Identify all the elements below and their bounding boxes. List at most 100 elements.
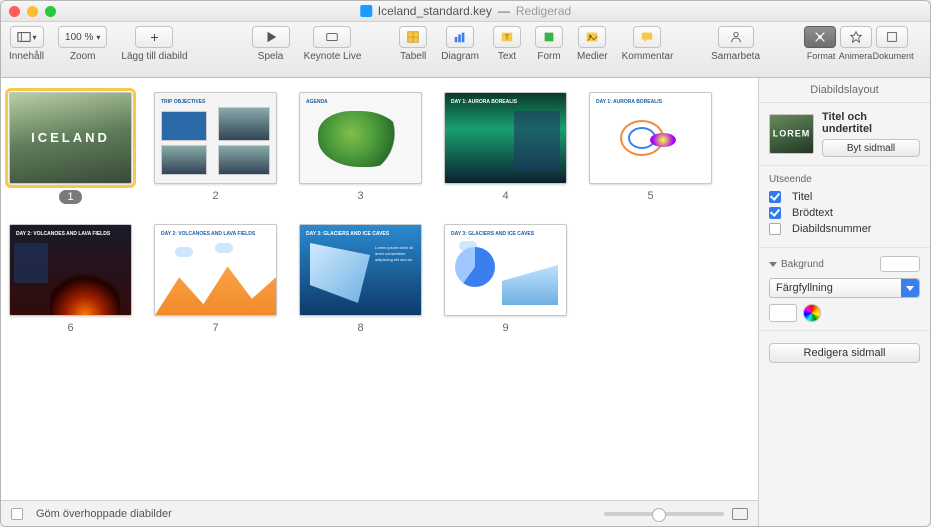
format-tab[interactable] <box>804 26 836 48</box>
play-label: Spela <box>258 51 284 62</box>
text-button[interactable]: T <box>493 26 521 48</box>
master-thumbnail <box>769 114 814 154</box>
slide-number: 4 <box>502 190 508 202</box>
background-swatch[interactable] <box>880 256 920 272</box>
slide-thumbnail[interactable]: DAY 1: AURORA BOREALIS <box>444 92 567 184</box>
body-checkbox-label: Brödtext <box>792 207 833 219</box>
keynote-doc-icon <box>360 5 372 17</box>
zoom-window-button[interactable] <box>45 6 56 17</box>
edited-status-label: Redigerad <box>516 4 571 18</box>
slide-item[interactable]: DAY 1: AURORA BOREALIS 5 <box>589 92 712 204</box>
minimize-window-button[interactable] <box>27 6 38 17</box>
view-mode-icon[interactable] <box>732 508 748 520</box>
slide-number: 1 <box>59 190 81 204</box>
bottom-bar: Göm överhoppade diabilder <box>1 500 758 526</box>
toolbar: ▾ Innehåll 100 % ▾ Zoom + Lägg till diab… <box>1 22 930 78</box>
color-picker-icon[interactable] <box>803 304 821 322</box>
format-tab-label: Format <box>804 51 838 61</box>
document-title: Iceland_standard.key — Redigerad <box>360 4 571 18</box>
slide-grid-scroll[interactable]: ICELAND 1 TRIP OBJECTIVES 2 <box>1 78 758 500</box>
add-slide-button[interactable]: + <box>135 26 173 48</box>
collaborate-label: Samarbeta <box>711 51 760 62</box>
slide-heading: TRIP OBJECTIVES <box>161 99 205 105</box>
slide-heading: AGENDA <box>306 99 328 105</box>
slide-number: 3 <box>357 190 363 202</box>
plus-icon: + <box>150 29 158 45</box>
title-checkbox-label: Titel <box>792 191 812 203</box>
slide-thumbnail[interactable]: AGENDA <box>299 92 422 184</box>
slidenum-checkbox-label: Diabildsnummer <box>792 223 871 235</box>
animate-tab-label: Animera <box>838 51 872 61</box>
table-button[interactable] <box>399 26 427 48</box>
thumbnail-size-slider[interactable] <box>604 512 724 516</box>
slide-heading: DAY 3: GLACIERS AND ICE CAVES <box>306 231 389 237</box>
view-label: Innehåll <box>9 51 44 62</box>
edit-master-button[interactable]: Redigera sidmall <box>769 343 920 363</box>
slide-item[interactable]: DAY 3: GLACIERS AND ICE CAVES Lorem ipsu… <box>299 224 422 334</box>
slide-grid: ICELAND 1 TRIP OBJECTIVES 2 <box>9 92 750 334</box>
text-label: Text <box>498 51 516 62</box>
zoom-label: Zoom <box>70 51 96 62</box>
slide-number: 5 <box>647 190 653 202</box>
view-menu-button[interactable]: ▾ <box>10 26 44 48</box>
fill-type-value: Färgfyllning <box>776 282 833 294</box>
keynote-live-button[interactable] <box>313 26 351 48</box>
title-separator: — <box>498 4 510 18</box>
keynote-live-label: Keynote Live <box>304 51 362 62</box>
hide-skipped-label: Göm överhoppade diabilder <box>36 508 172 520</box>
slide-thumbnail[interactable]: DAY 3: GLACIERS AND ICE CAVES <box>444 224 567 316</box>
hide-skipped-checkbox[interactable] <box>11 508 23 520</box>
collaborate-button[interactable] <box>718 26 754 48</box>
slide-heading: DAY 3: GLACIERS AND ICE CAVES <box>451 231 534 237</box>
window-controls <box>9 6 56 17</box>
chart-button[interactable] <box>446 26 474 48</box>
slide-number: 9 <box>502 322 508 334</box>
appearance-section-label: Utseende <box>769 174 920 185</box>
body-checkbox[interactable] <box>769 207 781 219</box>
document-tab[interactable] <box>876 26 908 48</box>
slide-thumbnail[interactable]: DAY 1: AURORA BOREALIS <box>589 92 712 184</box>
slide-item[interactable]: DAY 2: VOLCANOES AND LAVA FIELDS 7 <box>154 224 277 334</box>
comment-label: Kommentar <box>622 51 674 62</box>
close-window-button[interactable] <box>9 6 20 17</box>
slide-number: 2 <box>212 190 218 202</box>
slide-title-overlay: ICELAND <box>31 130 110 145</box>
fill-type-select[interactable]: Färgfyllning <box>769 278 920 298</box>
slide-item[interactable]: DAY 1: AURORA BOREALIS 4 <box>444 92 567 204</box>
media-button[interactable] <box>578 26 606 48</box>
titlebar: Iceland_standard.key — Redigerad <box>1 1 930 22</box>
slide-heading: DAY 2: VOLCANOES AND LAVA FIELDS <box>161 231 255 237</box>
play-button[interactable] <box>252 26 290 48</box>
slide-thumbnail[interactable]: TRIP OBJECTIVES <box>154 92 277 184</box>
slide-item[interactable]: TRIP OBJECTIVES 2 <box>154 92 277 204</box>
filename-label: Iceland_standard.key <box>378 4 492 18</box>
zoom-menu-button[interactable]: 100 % ▾ <box>58 26 107 48</box>
slide-thumbnail[interactable]: DAY 3: GLACIERS AND ICE CAVES Lorem ipsu… <box>299 224 422 316</box>
slide-item[interactable]: AGENDA 3 <box>299 92 422 204</box>
zoom-value: 100 % <box>65 32 93 43</box>
change-master-button[interactable]: Byt sidmall <box>822 139 920 157</box>
title-checkbox[interactable] <box>769 191 781 203</box>
slide-thumbnail[interactable]: ICELAND <box>9 92 132 184</box>
svg-text:T: T <box>505 35 510 42</box>
document-tab-label: Dokument <box>873 51 907 61</box>
chart-label: Diagram <box>441 51 479 62</box>
slide-number: 6 <box>67 322 73 334</box>
fill-color-well[interactable] <box>769 304 797 322</box>
slide-item[interactable]: ICELAND 1 <box>9 92 132 204</box>
shape-button[interactable] <box>535 26 563 48</box>
background-section-label[interactable]: Bakgrund <box>769 256 920 272</box>
comment-button[interactable] <box>633 26 661 48</box>
slide-item[interactable]: DAY 3: GLACIERS AND ICE CAVES 9 <box>444 224 567 334</box>
slide-item[interactable]: DAY 2: VOLCANOES AND LAVA FIELDS 6 <box>9 224 132 334</box>
add-slide-label: Lägg till diabild <box>121 51 187 62</box>
slide-thumbnail[interactable]: DAY 2: VOLCANOES AND LAVA FIELDS <box>154 224 277 316</box>
slide-heading: DAY 2: VOLCANOES AND LAVA FIELDS <box>16 231 110 237</box>
slidenum-checkbox[interactable] <box>769 223 781 235</box>
media-label: Medier <box>577 51 608 62</box>
inspector-header: Diabildslayout <box>759 78 930 103</box>
main-area: ICELAND 1 TRIP OBJECTIVES 2 <box>1 78 930 526</box>
animate-tab[interactable] <box>840 26 872 48</box>
slide-number: 8 <box>357 322 363 334</box>
slide-thumbnail[interactable]: DAY 2: VOLCANOES AND LAVA FIELDS <box>9 224 132 316</box>
